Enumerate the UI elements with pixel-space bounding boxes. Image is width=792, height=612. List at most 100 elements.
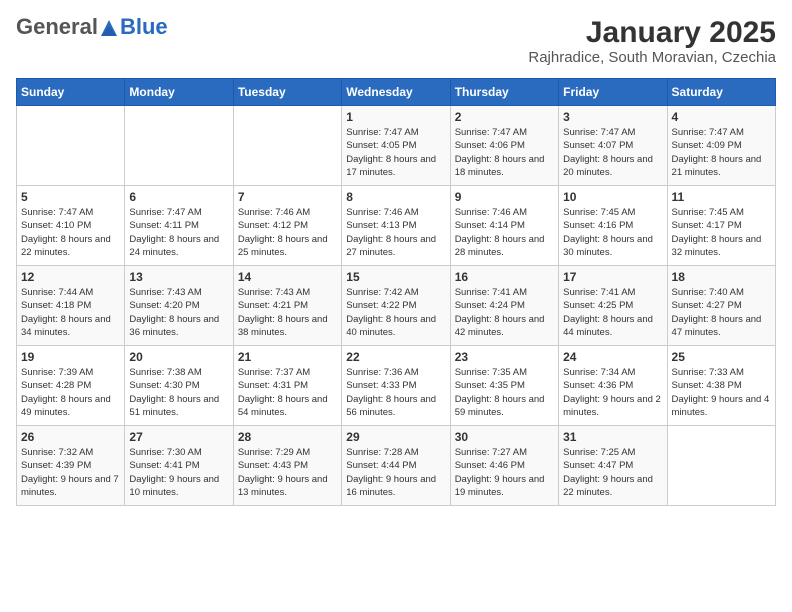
day-info: Sunrise: 7:46 AM Sunset: 4:14 PM Dayligh…: [455, 206, 554, 259]
day-info: Sunrise: 7:46 AM Sunset: 4:13 PM Dayligh…: [346, 206, 445, 259]
day-info: Sunrise: 7:38 AM Sunset: 4:30 PM Dayligh…: [129, 366, 228, 419]
day-number: 17: [563, 270, 662, 284]
calendar-cell: 11 Sunrise: 7:45 AM Sunset: 4:17 PM Dayli…: [667, 186, 775, 266]
day-number: 22: [346, 350, 445, 364]
day-number: 10: [563, 190, 662, 204]
calendar-cell: [125, 106, 233, 186]
calendar-cell: 12 Sunrise: 7:44 AM Sunset: 4:18 PM Dayli…: [17, 266, 125, 346]
day-number: 4: [672, 110, 771, 124]
day-info: Sunrise: 7:45 AM Sunset: 4:17 PM Dayligh…: [672, 206, 771, 259]
logo-text: GeneralBlue: [16, 16, 168, 38]
calendar-cell: 23 Sunrise: 7:35 AM Sunset: 4:35 PM Dayli…: [450, 346, 558, 426]
calendar-cell: 18 Sunrise: 7:40 AM Sunset: 4:27 PM Dayli…: [667, 266, 775, 346]
day-info: Sunrise: 7:47 AM Sunset: 4:05 PM Dayligh…: [346, 126, 445, 179]
calendar-table: SundayMondayTuesdayWednesdayThursdayFrid…: [16, 78, 776, 506]
day-info: Sunrise: 7:41 AM Sunset: 4:25 PM Dayligh…: [563, 286, 662, 339]
day-number: 8: [346, 190, 445, 204]
calendar-cell: 20 Sunrise: 7:38 AM Sunset: 4:30 PM Dayli…: [125, 346, 233, 426]
calendar-cell: 19 Sunrise: 7:39 AM Sunset: 4:28 PM Dayli…: [17, 346, 125, 426]
calendar-cell: 4 Sunrise: 7:47 AM Sunset: 4:09 PM Daylig…: [667, 106, 775, 186]
day-number: 16: [455, 270, 554, 284]
day-info: Sunrise: 7:32 AM Sunset: 4:39 PM Dayligh…: [21, 446, 120, 499]
title-block: January 2025 Rajhradice, South Moravian,…: [528, 16, 776, 66]
calendar-cell: 3Sunrise: 7:47 AM Sunset: 4:07 PM Daylig…: [559, 106, 667, 186]
day-info: Sunrise: 7:34 AM Sunset: 4:36 PM Dayligh…: [563, 366, 662, 419]
day-number: 27: [129, 430, 228, 444]
day-number: 31: [563, 430, 662, 444]
day-info: Sunrise: 7:30 AM Sunset: 4:41 PM Dayligh…: [129, 446, 228, 499]
day-header-sunday: Sunday: [17, 79, 125, 106]
week-row-5: 26 Sunrise: 7:32 AM Sunset: 4:39 PM Dayli…: [17, 426, 776, 506]
day-header-monday: Monday: [125, 79, 233, 106]
calendar-cell: 29 Sunrise: 7:28 AM Sunset: 4:44 PM Dayli…: [342, 426, 450, 506]
day-number: 3: [563, 110, 662, 124]
day-info: Sunrise: 7:25 AM Sunset: 4:47 PM Dayligh…: [563, 446, 662, 499]
calendar-cell: 24Sunrise: 7:34 AM Sunset: 4:36 PM Dayli…: [559, 346, 667, 426]
day-info: Sunrise: 7:35 AM Sunset: 4:35 PM Dayligh…: [455, 366, 554, 419]
day-info: Sunrise: 7:41 AM Sunset: 4:24 PM Dayligh…: [455, 286, 554, 339]
day-info: Sunrise: 7:47 AM Sunset: 4:11 PM Dayligh…: [129, 206, 228, 259]
day-header-tuesday: Tuesday: [233, 79, 341, 106]
day-info: Sunrise: 7:39 AM Sunset: 4:28 PM Dayligh…: [21, 366, 120, 419]
day-header-saturday: Saturday: [667, 79, 775, 106]
day-number: 28: [238, 430, 337, 444]
header-row: SundayMondayTuesdayWednesdayThursdayFrid…: [17, 79, 776, 106]
calendar-cell: 7 Sunrise: 7:46 AM Sunset: 4:12 PM Daylig…: [233, 186, 341, 266]
page-header: GeneralBlue January 2025 Rajhradice, Sou…: [16, 16, 776, 66]
day-number: 11: [672, 190, 771, 204]
day-number: 7: [238, 190, 337, 204]
day-number: 20: [129, 350, 228, 364]
calendar-cell: 31 Sunrise: 7:25 AM Sunset: 4:47 PM Dayli…: [559, 426, 667, 506]
week-row-3: 12 Sunrise: 7:44 AM Sunset: 4:18 PM Dayli…: [17, 266, 776, 346]
day-info: Sunrise: 7:47 AM Sunset: 4:09 PM Dayligh…: [672, 126, 771, 179]
calendar-cell: 25Sunrise: 7:33 AM Sunset: 4:38 PM Dayli…: [667, 346, 775, 426]
week-row-1: 1 Sunrise: 7:47 AM Sunset: 4:05 PM Daylig…: [17, 106, 776, 186]
day-info: Sunrise: 7:47 AM Sunset: 4:10 PM Dayligh…: [21, 206, 120, 259]
day-info: Sunrise: 7:42 AM Sunset: 4:22 PM Dayligh…: [346, 286, 445, 339]
day-number: 21: [238, 350, 337, 364]
calendar-cell: 9 Sunrise: 7:46 AM Sunset: 4:14 PM Daylig…: [450, 186, 558, 266]
day-info: Sunrise: 7:43 AM Sunset: 4:20 PM Dayligh…: [129, 286, 228, 339]
day-number: 6: [129, 190, 228, 204]
day-number: 26: [21, 430, 120, 444]
day-info: Sunrise: 7:44 AM Sunset: 4:18 PM Dayligh…: [21, 286, 120, 339]
day-number: 1: [346, 110, 445, 124]
calendar-cell: 14 Sunrise: 7:43 AM Sunset: 4:21 PM Dayli…: [233, 266, 341, 346]
week-row-4: 19 Sunrise: 7:39 AM Sunset: 4:28 PM Dayli…: [17, 346, 776, 426]
calendar-cell: 10 Sunrise: 7:45 AM Sunset: 4:16 PM Dayli…: [559, 186, 667, 266]
calendar-cell: 5 Sunrise: 7:47 AM Sunset: 4:10 PM Daylig…: [17, 186, 125, 266]
day-number: 23: [455, 350, 554, 364]
calendar-cell: 2Sunrise: 7:47 AM Sunset: 4:06 PM Daylig…: [450, 106, 558, 186]
calendar-cell: 1 Sunrise: 7:47 AM Sunset: 4:05 PM Daylig…: [342, 106, 450, 186]
calendar-cell: 22 Sunrise: 7:36 AM Sunset: 4:33 PM Dayli…: [342, 346, 450, 426]
day-number: 18: [672, 270, 771, 284]
day-number: 9: [455, 190, 554, 204]
day-number: 30: [455, 430, 554, 444]
calendar-cell: 27 Sunrise: 7:30 AM Sunset: 4:41 PM Dayli…: [125, 426, 233, 506]
day-info: Sunrise: 7:28 AM Sunset: 4:44 PM Dayligh…: [346, 446, 445, 499]
day-number: 5: [21, 190, 120, 204]
day-info: Sunrise: 7:45 AM Sunset: 4:16 PM Dayligh…: [563, 206, 662, 259]
calendar-cell: 26 Sunrise: 7:32 AM Sunset: 4:39 PM Dayli…: [17, 426, 125, 506]
calendar-subtitle: Rajhradice, South Moravian, Czechia: [528, 49, 776, 66]
day-number: 14: [238, 270, 337, 284]
calendar-cell: 13Sunrise: 7:43 AM Sunset: 4:20 PM Dayli…: [125, 266, 233, 346]
day-info: Sunrise: 7:36 AM Sunset: 4:33 PM Dayligh…: [346, 366, 445, 419]
day-number: 29: [346, 430, 445, 444]
calendar-cell: 6 Sunrise: 7:47 AM Sunset: 4:11 PM Daylig…: [125, 186, 233, 266]
calendar-title: January 2025: [528, 16, 776, 49]
calendar-cell: 16 Sunrise: 7:41 AM Sunset: 4:24 PM Dayli…: [450, 266, 558, 346]
day-info: Sunrise: 7:46 AM Sunset: 4:12 PM Dayligh…: [238, 206, 337, 259]
calendar-cell: 30Sunrise: 7:27 AM Sunset: 4:46 PM Dayli…: [450, 426, 558, 506]
calendar-cell: 17 Sunrise: 7:41 AM Sunset: 4:25 PM Dayli…: [559, 266, 667, 346]
day-number: 15: [346, 270, 445, 284]
day-info: Sunrise: 7:43 AM Sunset: 4:21 PM Dayligh…: [238, 286, 337, 339]
calendar-cell: [17, 106, 125, 186]
day-number: 12: [21, 270, 120, 284]
calendar-cell: 21Sunrise: 7:37 AM Sunset: 4:31 PM Dayli…: [233, 346, 341, 426]
day-info: Sunrise: 7:40 AM Sunset: 4:27 PM Dayligh…: [672, 286, 771, 339]
day-number: 19: [21, 350, 120, 364]
calendar-cell: 15 Sunrise: 7:42 AM Sunset: 4:22 PM Dayli…: [342, 266, 450, 346]
day-header-wednesday: Wednesday: [342, 79, 450, 106]
calendar-cell: 8 Sunrise: 7:46 AM Sunset: 4:13 PM Daylig…: [342, 186, 450, 266]
